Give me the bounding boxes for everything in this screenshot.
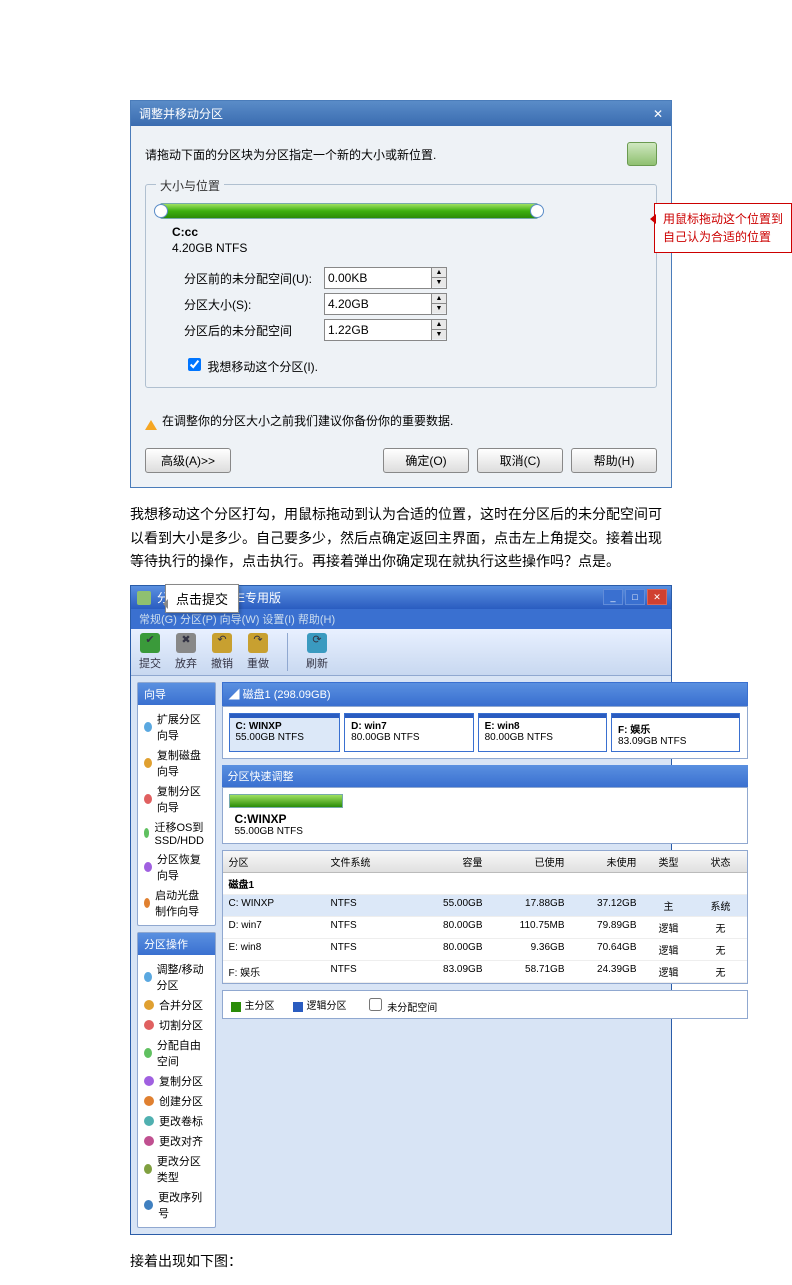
quick-partition-info: 55.00GB NTFS — [235, 826, 741, 837]
quick-adjust-panel: C:WINXP 55.00GB NTFS — [222, 787, 748, 844]
discard-button[interactable]: ✖放弃 — [175, 633, 197, 671]
ok-button[interactable]: 确定(O) — [383, 448, 469, 473]
undo-button[interactable]: ↶撤销 — [211, 633, 233, 671]
wizard-item[interactable]: 启动光盘制作向导 — [144, 885, 209, 921]
partition-size-input[interactable] — [324, 293, 432, 315]
app-titlebar[interactable]: 分 PE专用版 点击提交 _ □ ✕ — [131, 586, 671, 609]
dialog-instruction: 请拖动下面的分区块为分区指定一个新的大小或新位置. — [145, 146, 436, 163]
spin-down-icon[interactable]: ▼ — [432, 304, 446, 313]
dialog-title: 调整并移动分区 — [139, 105, 223, 122]
partition-app-window: 分 PE专用版 点击提交 _ □ ✕ 常规(G) 分区(P) 向导(W) 设置(… — [130, 585, 672, 1235]
space-before-input[interactable] — [324, 267, 432, 289]
operation-item[interactable]: 复制分区 — [144, 1071, 209, 1091]
close-icon[interactable]: ✕ — [653, 107, 663, 121]
table-row[interactable]: C: WINXPNTFS55.00GB17.88GB37.12GB主系统 — [223, 895, 747, 917]
move-partition-label: 我想移动这个分区(I). — [207, 360, 318, 374]
space-after-input[interactable] — [324, 319, 432, 341]
move-partition-checkbox[interactable] — [188, 358, 201, 371]
operations-panel: 分区操作 调整/移动分区合并分区切割分区分配自由空间复制分区创建分区更改卷标更改… — [137, 932, 216, 1228]
disk-header[interactable]: ◢ 磁盘1 (298.09GB) — [222, 682, 748, 706]
space-before-label: 分区前的未分配空间(U): — [184, 270, 324, 287]
partition-map: C: WINXP55.00GB NTFSD: win780.00GB NTFSE… — [222, 706, 748, 759]
slider-handle-right[interactable] — [530, 204, 544, 218]
wizard-item[interactable]: 迁移OS到SSD/HDD — [144, 817, 209, 849]
space-after-label: 分区后的未分配空间 — [184, 322, 324, 339]
operation-item[interactable]: 更改卷标 — [144, 1111, 209, 1131]
operation-item[interactable]: 合并分区 — [144, 995, 209, 1015]
minimize-icon[interactable]: _ — [603, 589, 623, 605]
partition-table: 分区文件系统容量已使用未使用类型状态 磁盘1 C: WINXPNTFS55.00… — [222, 850, 748, 984]
submit-tip-callout: 点击提交 — [165, 584, 239, 613]
wizard-item[interactable]: 分区恢复向导 — [144, 849, 209, 885]
partition-name: C:cc — [172, 225, 642, 239]
wizard-panel-title: 向导 — [138, 683, 215, 705]
spin-down-icon[interactable]: ▼ — [432, 278, 446, 287]
size-position-group: 大小与位置 用鼠标拖动这个位置到自己认为合适的位置 C:cc 4.20GB NT… — [145, 184, 657, 388]
annotation-callout: 用鼠标拖动这个位置到自己认为合适的位置 — [654, 203, 792, 253]
partition-slider[interactable]: 用鼠标拖动这个位置到自己认为合适的位置 — [160, 203, 642, 219]
table-row[interactable]: E: win8NTFS80.00GB9.36GB70.64GB逻辑无 — [223, 939, 747, 961]
warning-icon — [145, 414, 157, 430]
operation-item[interactable]: 更改对齐 — [144, 1131, 209, 1151]
wizard-item[interactable]: 扩展分区向导 — [144, 709, 209, 745]
resize-dialog: 调整并移动分区 ✕ 请拖动下面的分区块为分区指定一个新的大小或新位置. 大小与位… — [130, 100, 672, 488]
table-row[interactable]: D: win7NTFS80.00GB110.75MB79.89GB逻辑无 — [223, 917, 747, 939]
partition-size-label: 分区大小(S): — [184, 296, 324, 313]
redo-button[interactable]: ↷重做 — [247, 633, 269, 671]
dialog-titlebar[interactable]: 调整并移动分区 ✕ — [131, 101, 671, 126]
operations-panel-title: 分区操作 — [138, 933, 215, 955]
advanced-button[interactable]: 高级(A)>> — [145, 448, 231, 473]
operation-item[interactable]: 调整/移动分区 — [144, 959, 209, 995]
wizard-item[interactable]: 复制分区向导 — [144, 781, 209, 817]
partition-size: 4.20GB NTFS — [172, 241, 642, 255]
spin-up-icon[interactable]: ▲ — [432, 294, 446, 304]
quick-slider[interactable] — [229, 794, 344, 808]
operation-item[interactable]: 分配自由空间 — [144, 1035, 209, 1071]
paragraph-2: 接着出现如下图： — [130, 1251, 672, 1275]
close-icon[interactable]: ✕ — [647, 589, 667, 605]
disk-icon — [627, 142, 657, 166]
quick-partition-name: C:WINXP — [235, 812, 287, 826]
slider-handle-left[interactable] — [154, 204, 168, 218]
wizard-panel: 向导 扩展分区向导复制磁盘向导复制分区向导迁移OS到SSD/HDD分区恢复向导启… — [137, 682, 216, 926]
app-icon — [137, 591, 151, 605]
table-group-row[interactable]: 磁盘1 — [223, 873, 747, 895]
operation-item[interactable]: 更改分区类型 — [144, 1151, 209, 1187]
partition-block[interactable]: C: WINXP55.00GB NTFS — [229, 713, 341, 752]
toolbar: ✔提交 ✖放弃 ↶撤销 ↷重做 ⟳刷新 — [131, 629, 671, 676]
table-row[interactable]: F: 娱乐NTFS83.09GB58.71GB24.39GB逻辑无 — [223, 961, 747, 983]
paragraph-1: 我想移动这个分区打勾，用鼠标拖动到认为合适的位置，这时在分区后的未分配空间可以看… — [130, 504, 672, 575]
operation-item[interactable]: 切割分区 — [144, 1015, 209, 1035]
maximize-icon[interactable]: □ — [625, 589, 645, 605]
group-legend: 大小与位置 — [156, 177, 224, 194]
partition-block[interactable]: D: win780.00GB NTFS — [344, 713, 473, 752]
cancel-button[interactable]: 取消(C) — [477, 448, 563, 473]
submit-button[interactable]: ✔提交 — [139, 633, 161, 671]
help-button[interactable]: 帮助(H) — [571, 448, 657, 473]
warning-text: 在调整你的分区大小之前我们建议你备份你的重要数据. — [145, 406, 657, 436]
partition-block[interactable]: E: win880.00GB NTFS — [478, 713, 607, 752]
operation-item[interactable]: 创建分区 — [144, 1091, 209, 1111]
table-header: 分区文件系统容量已使用未使用类型状态 — [223, 851, 747, 873]
spin-up-icon[interactable]: ▲ — [432, 320, 446, 330]
operation-item[interactable]: 更改序列号 — [144, 1187, 209, 1223]
legend-row: 主分区 逻辑分区 未分配空间 — [222, 990, 748, 1019]
refresh-button[interactable]: ⟳刷新 — [306, 633, 328, 671]
quick-adjust-header: 分区快速调整 — [222, 765, 748, 787]
spin-down-icon[interactable]: ▼ — [432, 330, 446, 339]
spin-up-icon[interactable]: ▲ — [432, 268, 446, 278]
unallocated-checkbox[interactable] — [369, 998, 382, 1011]
wizard-item[interactable]: 复制磁盘向导 — [144, 745, 209, 781]
partition-block[interactable]: F: 娱乐83.09GB NTFS — [611, 713, 740, 752]
